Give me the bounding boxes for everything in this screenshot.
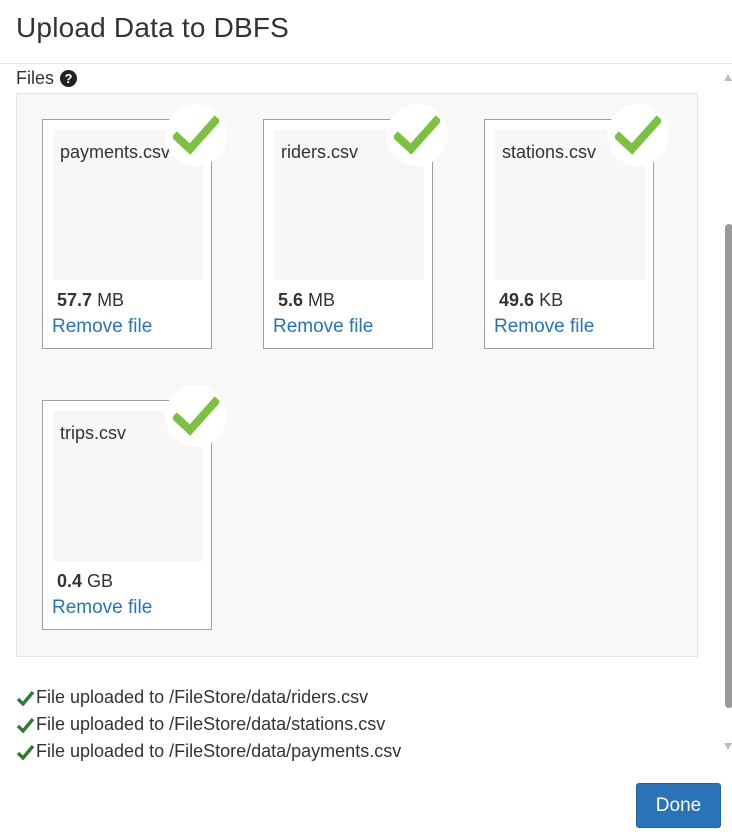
done-button[interactable]: Done <box>636 783 721 828</box>
file-name: riders.csv <box>281 142 359 162</box>
checkmark-icon <box>615 115 661 155</box>
file-dropzone[interactable]: payments.csv 57.7 MB Remove file riders.… <box>16 93 698 657</box>
status-text: File uploaded to /FileStore/data/riders.… <box>36 687 369 707</box>
status-message: File uploaded to /FileStore/data/station… <box>16 711 401 738</box>
scroll-up-arrow-icon[interactable] <box>724 74 732 81</box>
remove-file-link[interactable]: Remove file <box>494 316 594 338</box>
checkmark-icon <box>16 717 35 733</box>
file-size-value: 57.7 <box>57 290 93 310</box>
file-size: 0.4 GB <box>57 571 113 592</box>
file-size-value: 5.6 <box>278 290 304 310</box>
file-size-value: 49.6 <box>499 290 535 310</box>
file-size: 49.6 KB <box>499 290 563 311</box>
upload-success-badge <box>165 385 227 447</box>
file-size-unit: MB <box>308 290 336 310</box>
status-message: File uploaded to /FileStore/data/payment… <box>16 738 401 765</box>
status-message: File uploaded to /FileStore/data/riders.… <box>16 684 401 711</box>
checkmark-icon <box>394 115 440 155</box>
status-text: File uploaded to /FileStore/data/station… <box>36 714 386 734</box>
file-size: 57.7 MB <box>57 290 124 311</box>
upload-success-badge <box>607 104 669 166</box>
remove-file-link[interactable]: Remove file <box>273 316 373 338</box>
file-name: trips.csv <box>60 423 127 443</box>
file-name: stations.csv <box>502 142 597 162</box>
upload-success-badge <box>386 104 448 166</box>
file-card: stations.csv 49.6 KB Remove file <box>484 104 669 349</box>
file-size-unit: MB <box>97 290 125 310</box>
file-card: payments.csv 57.7 MB Remove file <box>42 104 227 349</box>
file-size-value: 0.4 <box>57 571 83 591</box>
file-size: 5.6 MB <box>278 290 335 311</box>
files-section-label: Files ? <box>16 68 78 89</box>
file-size-unit: KB <box>539 290 564 310</box>
file-card: trips.csv 0.4 GB Remove file <box>42 385 227 630</box>
upload-dialog: Upload Data to DBFS Files ? payments.csv… <box>0 0 732 834</box>
upload-status-list: File uploaded to /FileStore/data/riders.… <box>16 684 401 765</box>
status-text: File uploaded to /FileStore/data/payment… <box>36 741 402 761</box>
file-name: payments.csv <box>60 142 171 162</box>
checkmark-icon <box>16 690 35 706</box>
remove-file-link[interactable]: Remove file <box>52 597 152 619</box>
scrollbar-thumb[interactable] <box>725 224 732 708</box>
file-card: riders.csv 5.6 MB Remove file <box>263 104 448 349</box>
dialog-header: Upload Data to DBFS <box>0 0 732 64</box>
files-label: Files <box>16 68 55 88</box>
file-size-unit: GB <box>87 571 114 591</box>
remove-file-link[interactable]: Remove file <box>52 316 152 338</box>
scroll-down-arrow-icon[interactable] <box>724 743 732 750</box>
upload-success-badge <box>165 104 227 166</box>
checkmark-icon <box>173 115 219 155</box>
question-circle-icon[interactable]: ? <box>60 70 78 87</box>
checkmark-icon <box>173 396 219 436</box>
checkmark-icon <box>16 744 35 760</box>
dialog-title: Upload Data to DBFS <box>16 12 290 43</box>
scrollbar[interactable] <box>718 64 732 754</box>
